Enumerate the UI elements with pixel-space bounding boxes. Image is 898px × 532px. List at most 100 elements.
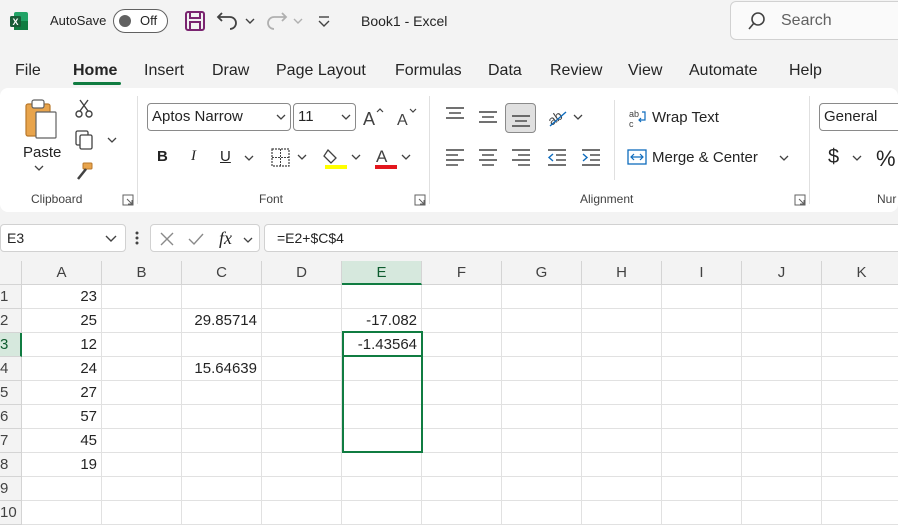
cell-h8[interactable] bbox=[582, 453, 662, 477]
cell-f5[interactable] bbox=[422, 381, 502, 405]
enter-icon[interactable] bbox=[187, 231, 205, 247]
cell-k4[interactable] bbox=[822, 357, 898, 381]
chevron-down-icon[interactable] bbox=[779, 154, 789, 162]
increase-font-size-icon[interactable]: A bbox=[362, 106, 386, 128]
cell-d4[interactable] bbox=[262, 357, 342, 381]
cell-h10[interactable] bbox=[582, 501, 662, 525]
cell-e7[interactable] bbox=[342, 429, 422, 453]
cell-f3[interactable] bbox=[422, 333, 502, 357]
cell-k7[interactable] bbox=[822, 429, 898, 453]
align-top-icon[interactable] bbox=[444, 106, 466, 124]
cell-g7[interactable] bbox=[502, 429, 582, 453]
font-name-select[interactable]: Aptos Narrow bbox=[147, 103, 291, 131]
cell-b6[interactable] bbox=[102, 405, 182, 429]
search-box[interactable]: Search bbox=[730, 1, 898, 40]
format-painter-icon[interactable] bbox=[74, 162, 94, 182]
merge-center-icon[interactable] bbox=[627, 148, 647, 166]
merge-center-button[interactable]: Merge & Center bbox=[652, 149, 758, 166]
cell-b5[interactable] bbox=[102, 381, 182, 405]
cell-b4[interactable] bbox=[102, 357, 182, 381]
cell-d7[interactable] bbox=[262, 429, 342, 453]
tab-draw[interactable]: Draw bbox=[212, 62, 249, 80]
cell-k9[interactable] bbox=[822, 477, 898, 501]
more-options-icon[interactable] bbox=[134, 230, 140, 246]
cell-h9[interactable] bbox=[582, 477, 662, 501]
cell-d8[interactable] bbox=[262, 453, 342, 477]
cell-j4[interactable] bbox=[742, 357, 822, 381]
cell-e6[interactable] bbox=[342, 405, 422, 429]
cell-j3[interactable] bbox=[742, 333, 822, 357]
column-header-h[interactable]: H bbox=[582, 261, 662, 285]
cell-b2[interactable] bbox=[102, 309, 182, 333]
cell-d6[interactable] bbox=[262, 405, 342, 429]
font-size-select[interactable]: 11 bbox=[293, 103, 356, 131]
row-header-1[interactable]: 1 bbox=[0, 285, 22, 309]
align-right-icon[interactable] bbox=[510, 148, 532, 166]
cell-h2[interactable] bbox=[582, 309, 662, 333]
cell-b3[interactable] bbox=[102, 333, 182, 357]
cell-i8[interactable] bbox=[662, 453, 742, 477]
cell-a1[interactable]: 23 bbox=[22, 285, 102, 309]
cell-i5[interactable] bbox=[662, 381, 742, 405]
increase-indent-icon[interactable] bbox=[580, 148, 602, 166]
dialog-launcher-icon[interactable] bbox=[122, 194, 134, 206]
column-header-k[interactable]: K bbox=[822, 261, 898, 285]
cell-c10[interactable] bbox=[182, 501, 262, 525]
cell-a8[interactable]: 19 bbox=[22, 453, 102, 477]
cell-e4[interactable] bbox=[342, 357, 422, 381]
column-header-b[interactable]: B bbox=[102, 261, 182, 285]
cell-f8[interactable] bbox=[422, 453, 502, 477]
cell-f7[interactable] bbox=[422, 429, 502, 453]
autosave-toggle[interactable]: Off bbox=[113, 9, 168, 33]
cell-d1[interactable] bbox=[262, 285, 342, 309]
cell-h4[interactable] bbox=[582, 357, 662, 381]
align-middle-icon[interactable] bbox=[477, 108, 499, 126]
cell-f2[interactable] bbox=[422, 309, 502, 333]
cell-b7[interactable] bbox=[102, 429, 182, 453]
cell-a3[interactable]: 12 bbox=[22, 333, 102, 357]
chevron-down-icon[interactable] bbox=[243, 236, 253, 244]
cell-d3[interactable] bbox=[262, 333, 342, 357]
spreadsheet-grid[interactable]: A B C D E F G H I J K 1 23 2 25 29.85714 -17.082 3 12 -1.43… bbox=[0, 261, 898, 532]
cell-c3[interactable] bbox=[182, 333, 262, 357]
cell-j2[interactable] bbox=[742, 309, 822, 333]
cell-a6[interactable]: 57 bbox=[22, 405, 102, 429]
row-header-10[interactable]: 10 bbox=[0, 501, 22, 525]
bold-button[interactable]: B bbox=[157, 148, 168, 165]
cell-g1[interactable] bbox=[502, 285, 582, 309]
cell-i6[interactable] bbox=[662, 405, 742, 429]
cell-f9[interactable] bbox=[422, 477, 502, 501]
cell-j5[interactable] bbox=[742, 381, 822, 405]
dialog-launcher-icon[interactable] bbox=[414, 194, 426, 206]
cut-icon[interactable] bbox=[74, 98, 94, 118]
cell-b10[interactable] bbox=[102, 501, 182, 525]
cell-g8[interactable] bbox=[502, 453, 582, 477]
cell-a7[interactable]: 45 bbox=[22, 429, 102, 453]
insert-function-button[interactable]: fx bbox=[219, 228, 232, 249]
align-bottom-button[interactable] bbox=[505, 103, 536, 133]
cell-j10[interactable] bbox=[742, 501, 822, 525]
cell-c7[interactable] bbox=[182, 429, 262, 453]
column-header-i[interactable]: I bbox=[662, 261, 742, 285]
cell-g10[interactable] bbox=[502, 501, 582, 525]
cell-g3[interactable] bbox=[502, 333, 582, 357]
cell-g4[interactable] bbox=[502, 357, 582, 381]
underline-button[interactable]: U bbox=[220, 148, 231, 165]
percent-button[interactable]: % bbox=[876, 146, 896, 172]
cell-c2[interactable]: 29.85714 bbox=[182, 309, 262, 333]
cell-i3[interactable] bbox=[662, 333, 742, 357]
cell-h3[interactable] bbox=[582, 333, 662, 357]
cell-j7[interactable] bbox=[742, 429, 822, 453]
tab-help[interactable]: Help bbox=[789, 62, 822, 80]
cell-c6[interactable] bbox=[182, 405, 262, 429]
tab-page-layout[interactable]: Page Layout bbox=[276, 62, 366, 80]
decrease-indent-icon[interactable] bbox=[546, 148, 568, 166]
cell-i10[interactable] bbox=[662, 501, 742, 525]
fill-color-icon[interactable] bbox=[322, 146, 364, 170]
select-all-corner[interactable] bbox=[0, 261, 22, 285]
cell-i2[interactable] bbox=[662, 309, 742, 333]
row-header-9[interactable]: 9 bbox=[0, 477, 22, 501]
wrap-text-button[interactable]: Wrap Text bbox=[652, 109, 719, 126]
cell-k1[interactable] bbox=[822, 285, 898, 309]
cell-e9[interactable] bbox=[342, 477, 422, 501]
